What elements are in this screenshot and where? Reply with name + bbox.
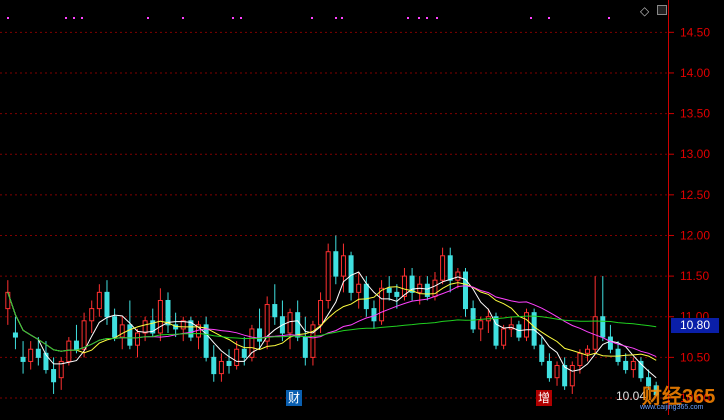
axis-tick-label: 13.00 [680, 147, 710, 161]
candle-up [340, 255, 346, 277]
candle-up [455, 271, 461, 281]
candle-up [96, 291, 102, 310]
current-price-badge: 10.80 [671, 318, 719, 333]
candle-down [272, 304, 278, 318]
axis-tick-label: 11.50 [680, 269, 709, 283]
kline-chart[interactable] [0, 0, 668, 415]
candle-down [12, 332, 18, 338]
candle-down [226, 360, 232, 366]
candle-down [386, 287, 392, 293]
ma5-line [7, 271, 657, 379]
event-dot [81, 17, 83, 19]
candle-down [127, 324, 133, 346]
candle-down [447, 255, 453, 281]
event-dot [7, 17, 9, 19]
candle-down [470, 308, 476, 330]
candle-up [134, 332, 140, 346]
candle-down [363, 283, 369, 310]
candle-up [440, 255, 446, 281]
event-dot [530, 17, 532, 19]
event-dot [548, 17, 550, 19]
candle-down [51, 369, 57, 383]
event-dot [335, 17, 337, 19]
candle-up [318, 299, 324, 326]
event-dot [311, 17, 313, 19]
candle-up [157, 299, 163, 334]
candle-up [81, 320, 87, 350]
square-icon[interactable] [657, 5, 667, 15]
candle-up [325, 251, 331, 301]
axis-tick-label: 12.00 [680, 228, 710, 242]
event-dot [608, 17, 610, 19]
candle-up [501, 328, 507, 346]
candle-up [630, 360, 636, 371]
event-dot [65, 17, 67, 19]
candle-down [348, 255, 354, 293]
candle-up [142, 320, 148, 334]
event-dot [426, 17, 428, 19]
event-dot [232, 17, 234, 19]
candle-up [28, 348, 34, 362]
candle-down [165, 299, 171, 326]
candle-up [379, 287, 385, 322]
event-dot [436, 17, 438, 19]
candle-down [203, 324, 209, 358]
axis-tick-label: 12.50 [680, 188, 710, 202]
candle-up [218, 360, 224, 375]
candle-down [539, 344, 545, 362]
event-dot [418, 17, 420, 19]
finance-marker[interactable]: 财 [286, 390, 303, 406]
candle-down [615, 348, 621, 362]
candle-down [73, 340, 79, 350]
candle-down [394, 291, 400, 297]
candle-up [234, 348, 240, 366]
candle-down [562, 364, 568, 387]
candle-down [295, 312, 301, 338]
candle-down [20, 356, 26, 362]
candle-up [592, 316, 598, 350]
event-dot [407, 17, 409, 19]
candle-down [104, 291, 110, 318]
candle-up [569, 364, 575, 387]
event-dot [73, 17, 75, 19]
candle-down [607, 336, 613, 350]
candle-up [287, 312, 293, 334]
candle-up [66, 340, 72, 362]
candle-down [462, 271, 468, 310]
event-dot [182, 17, 184, 19]
event-dot [240, 17, 242, 19]
candle-down [35, 348, 41, 358]
candle-up [89, 308, 95, 322]
kline-svg[interactable] [0, 0, 668, 415]
candle-up [356, 283, 362, 293]
watermark-url: www.caijing365.com [640, 404, 704, 411]
candle-down [302, 336, 308, 358]
candle-up [554, 364, 560, 379]
price-axis-svg: 14.5014.0013.5013.0012.5012.0011.5011.00… [668, 0, 710, 415]
axis-tick-label: 14.00 [680, 66, 710, 80]
axis-tick-label: 14.50 [680, 25, 710, 39]
candle-up [119, 324, 125, 338]
candle-down [112, 316, 118, 338]
event-dot [147, 17, 149, 19]
candle-down [600, 316, 606, 338]
axis-tick-label: 13.50 [680, 107, 710, 121]
axis-tick-label: 10.50 [680, 350, 710, 364]
price-axis: 14.50 14.00 13.50 13.00 12.50 12.00 11.50 11.00… [668, 0, 724, 415]
candle-down [333, 251, 339, 277]
candle-down [531, 312, 537, 346]
increase-marker[interactable]: 增 [536, 390, 553, 406]
candle-up [5, 291, 11, 310]
candle-down [241, 348, 247, 358]
candle-down [257, 328, 263, 342]
candle-up [577, 352, 583, 366]
candle-down [424, 283, 430, 297]
candle-down [546, 360, 552, 379]
event-dot [341, 17, 343, 19]
candle-down [623, 360, 629, 371]
candle-up [585, 348, 591, 354]
candle-up [478, 320, 484, 330]
candle-down [211, 356, 217, 375]
diamond-icon[interactable]: ◇ [640, 4, 649, 18]
